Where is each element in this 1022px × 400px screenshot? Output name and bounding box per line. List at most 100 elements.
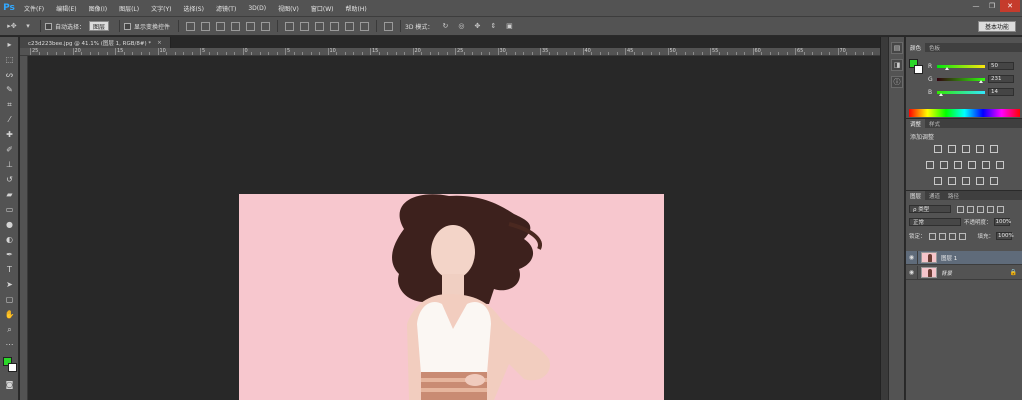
- background-color-swatch[interactable]: [8, 363, 17, 372]
- menu-edit[interactable]: 编辑(E): [50, 0, 82, 16]
- layer-filter-dropdown[interactable]: ρ 类型: [909, 205, 951, 213]
- canvas-area[interactable]: [28, 56, 880, 400]
- path-select-tool-icon[interactable]: ➤: [0, 277, 19, 292]
- blend-mode-dropdown[interactable]: 正常: [909, 218, 961, 226]
- type-tool-icon[interactable]: T: [0, 262, 19, 277]
- lock-transparent-icon[interactable]: [928, 232, 936, 240]
- align-hcenter-icon[interactable]: [246, 21, 256, 31]
- workspace-dropdown[interactable]: 基本功能: [977, 21, 1016, 32]
- filter-adjustment-icon[interactable]: [967, 205, 974, 213]
- threshold-icon[interactable]: [962, 177, 970, 185]
- restore-button[interactable]: ❐: [984, 0, 1000, 12]
- filter-pixel-icon[interactable]: [957, 205, 964, 213]
- chevron-down-icon[interactable]: ▾: [23, 21, 33, 31]
- 3d-scale-icon[interactable]: ▣: [504, 21, 514, 31]
- quick-mask-icon[interactable]: ◙: [0, 377, 19, 392]
- more-tools-icon[interactable]: ⋯: [0, 337, 19, 352]
- info-panel-icon[interactable]: ⓘ: [891, 76, 903, 88]
- layer-row[interactable]: ◉ 背景 🔒: [906, 265, 1022, 280]
- tab-styles[interactable]: 样式: [925, 119, 944, 128]
- tab-layers[interactable]: 图层: [906, 191, 926, 200]
- opacity-input[interactable]: 100%: [993, 218, 1011, 226]
- tab-paths[interactable]: 路径: [944, 191, 963, 200]
- tab-channels[interactable]: 通道: [925, 191, 944, 200]
- lasso-tool-icon[interactable]: ᔕ: [0, 67, 19, 82]
- hand-tool-icon[interactable]: ✋: [0, 307, 19, 322]
- tab-adjustments[interactable]: 调整: [906, 119, 926, 128]
- slider-g-value[interactable]: 231: [988, 75, 1014, 83]
- levels-icon[interactable]: [948, 145, 956, 153]
- menu-view[interactable]: 视图(V): [272, 0, 305, 16]
- 3d-rotate-icon[interactable]: ↻: [440, 21, 450, 31]
- menu-filter[interactable]: 滤镜(T): [210, 0, 242, 16]
- eyedropper-tool-icon[interactable]: ⁄: [0, 112, 19, 127]
- layer-name[interactable]: 背景: [941, 269, 952, 277]
- crop-tool-icon[interactable]: ⌗: [0, 97, 19, 112]
- color-balance-icon[interactable]: [940, 161, 948, 169]
- document-image[interactable]: [239, 194, 664, 400]
- healing-brush-tool-icon[interactable]: ✚: [0, 127, 19, 142]
- menu-layer[interactable]: 图层(L): [113, 0, 145, 16]
- curves-icon[interactable]: [962, 145, 970, 153]
- distribute-vcenter-icon[interactable]: [300, 21, 310, 31]
- zoom-tool-icon[interactable]: ⌕: [0, 322, 19, 337]
- blur-tool-icon[interactable]: ●: [0, 217, 19, 232]
- history-panel-icon[interactable]: ▤: [891, 42, 903, 54]
- slider-r-thumb[interactable]: [945, 66, 949, 70]
- move-tool-icon[interactable]: ▸: [0, 37, 19, 52]
- eye-icon[interactable]: ◉: [906, 250, 918, 265]
- clone-stamp-tool-icon[interactable]: ⊥: [0, 157, 19, 172]
- layer-row[interactable]: ◉ 图层 1: [906, 250, 1022, 265]
- shape-tool-icon[interactable]: ▢: [0, 292, 19, 307]
- align-left-icon[interactable]: [231, 21, 241, 31]
- move-tool-icon[interactable]: ▸✥: [7, 21, 17, 31]
- quick-select-tool-icon[interactable]: ✎: [0, 82, 19, 97]
- distribute-left-icon[interactable]: [330, 21, 340, 31]
- color-lookup-icon[interactable]: [996, 161, 1004, 169]
- slider-g-thumb[interactable]: [979, 79, 983, 83]
- close-button[interactable]: ✕: [1000, 0, 1020, 12]
- 3d-roll-icon[interactable]: ◎: [456, 21, 466, 31]
- vibrance-icon[interactable]: [990, 145, 998, 153]
- fill-input[interactable]: 100%: [996, 232, 1014, 240]
- layer-name[interactable]: 图层 1: [941, 254, 957, 262]
- align-vcenter-icon[interactable]: [201, 21, 211, 31]
- menu-3d[interactable]: 3D(D): [242, 0, 272, 16]
- brightness-contrast-icon[interactable]: [934, 145, 942, 153]
- distribute-bottom-icon[interactable]: [315, 21, 325, 31]
- align-top-icon[interactable]: [186, 21, 196, 31]
- menu-image[interactable]: 图像(I): [83, 0, 113, 16]
- menu-help[interactable]: 帮助(H): [340, 0, 373, 16]
- channel-mixer-icon[interactable]: [982, 161, 990, 169]
- filter-smart-object-icon[interactable]: [997, 205, 1004, 213]
- brush-tool-icon[interactable]: ✐: [0, 142, 19, 157]
- exposure-icon[interactable]: [976, 145, 984, 153]
- document-tab[interactable]: c23d223bee.jpg @ 41.1% (图层 1, RGB/8#) * …: [20, 37, 171, 48]
- menu-select[interactable]: 选择(S): [177, 0, 210, 16]
- pen-tool-icon[interactable]: ✒: [0, 247, 19, 262]
- lock-position-icon[interactable]: [948, 232, 956, 240]
- 3d-slide-icon[interactable]: ⇕: [488, 21, 498, 31]
- filter-shape-icon[interactable]: [987, 205, 994, 213]
- filter-type-icon[interactable]: [977, 205, 984, 213]
- distribute-right-icon[interactable]: [360, 21, 370, 31]
- slider-g-track[interactable]: [937, 77, 985, 83]
- menu-file[interactable]: 文件(F): [18, 0, 50, 16]
- eraser-tool-icon[interactable]: ▰: [0, 187, 19, 202]
- slider-b[interactable]: B 14: [928, 87, 1022, 97]
- slider-r-value[interactable]: 50: [988, 62, 1014, 70]
- menu-type[interactable]: 文字(Y): [145, 0, 177, 16]
- auto-select-dropdown[interactable]: 图层: [89, 21, 110, 31]
- distribute-top-icon[interactable]: [285, 21, 295, 31]
- minimize-button[interactable]: —: [968, 0, 984, 12]
- selective-color-icon[interactable]: [990, 177, 998, 185]
- dodge-tool-icon[interactable]: ◐: [0, 232, 19, 247]
- lock-all-icon[interactable]: [958, 232, 966, 240]
- show-transform-checkbox[interactable]: [124, 22, 132, 30]
- tab-swatches[interactable]: 色板: [925, 43, 944, 52]
- posterize-icon[interactable]: [948, 177, 956, 185]
- slider-r-track[interactable]: [937, 64, 985, 70]
- slider-b-track[interactable]: [937, 90, 985, 96]
- invert-icon[interactable]: [934, 177, 942, 185]
- eye-icon[interactable]: ◉: [906, 265, 918, 280]
